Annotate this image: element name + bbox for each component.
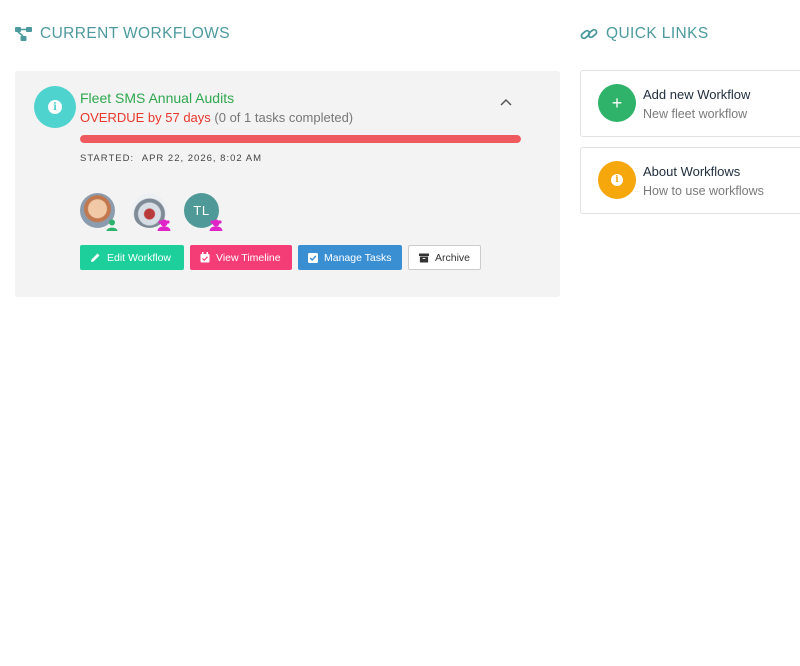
quick-link-about-workflows[interactable]: i About Workflows How to use workflows [580, 147, 800, 214]
workflow-card: i Fleet SMS Annual Audits OVERDUE by 57 … [15, 71, 560, 297]
quick-link-subtitle: New fleet workflow [643, 107, 748, 121]
progress-bar [80, 135, 521, 143]
edit-workflow-label: Edit Workflow [107, 251, 171, 264]
view-timeline-button[interactable]: View Timeline [190, 245, 292, 270]
calendar-icon [200, 252, 210, 263]
current-workflows-heading: CURRENT WORKFLOWS [15, 25, 230, 43]
edit-workflow-button[interactable]: Edit Workflow [80, 245, 184, 270]
info-icon: i [34, 86, 76, 128]
quick-link-title: Add new Workflow [643, 87, 751, 102]
archive-icon [419, 252, 429, 263]
tasks-completed-text: (0 of 1 tasks completed) [214, 110, 354, 125]
current-workflows-title: CURRENT WORKFLOWS [40, 25, 230, 42]
chevron-up-icon [500, 98, 512, 106]
archive-button[interactable]: Archive [408, 245, 481, 270]
workflow-name[interactable]: Fleet SMS Annual Audits [80, 90, 234, 106]
view-timeline-label: View Timeline [216, 251, 281, 264]
workflow-icon [15, 27, 32, 41]
group-badge-icon [157, 219, 171, 231]
plus-icon: + [598, 84, 636, 122]
workflow-status: OVERDUE by 57 days (0 of 1 tasks complet… [80, 110, 353, 125]
manage-tasks-button[interactable]: Manage Tasks [298, 245, 402, 270]
quick-links-heading: QUICK LINKS [580, 25, 709, 43]
checkbox-icon [308, 252, 318, 263]
info-icon: i [598, 161, 636, 199]
pencil-icon [91, 253, 100, 262]
avatar-initials-text: TL [193, 203, 210, 218]
quick-link-title: About Workflows [643, 164, 741, 179]
user-badge-icon [106, 219, 118, 231]
started-timestamp: STARTED: APR 22, 2026, 8:02 AM [80, 153, 262, 164]
started-value: APR 22, 2026, 8:02 AM [141, 153, 263, 164]
archive-label: Archive [434, 251, 470, 264]
avatar[interactable] [132, 193, 171, 231]
quick-links-title: QUICK LINKS [606, 25, 709, 42]
progress-fill [80, 135, 521, 143]
manage-tasks-label: Manage Tasks [324, 251, 392, 264]
avatar-initials[interactable]: TL [184, 193, 223, 231]
link-icon [580, 28, 598, 40]
overdue-text: OVERDUE by 57 days [80, 110, 211, 125]
quick-link-add-workflow[interactable]: + Add new Workflow New fleet workflow [580, 70, 800, 137]
started-label: STARTED: [80, 153, 135, 164]
avatar[interactable] [80, 193, 118, 231]
collapse-button[interactable] [498, 95, 514, 109]
quick-link-subtitle: How to use workflows [643, 184, 764, 198]
group-badge-icon [209, 219, 223, 231]
